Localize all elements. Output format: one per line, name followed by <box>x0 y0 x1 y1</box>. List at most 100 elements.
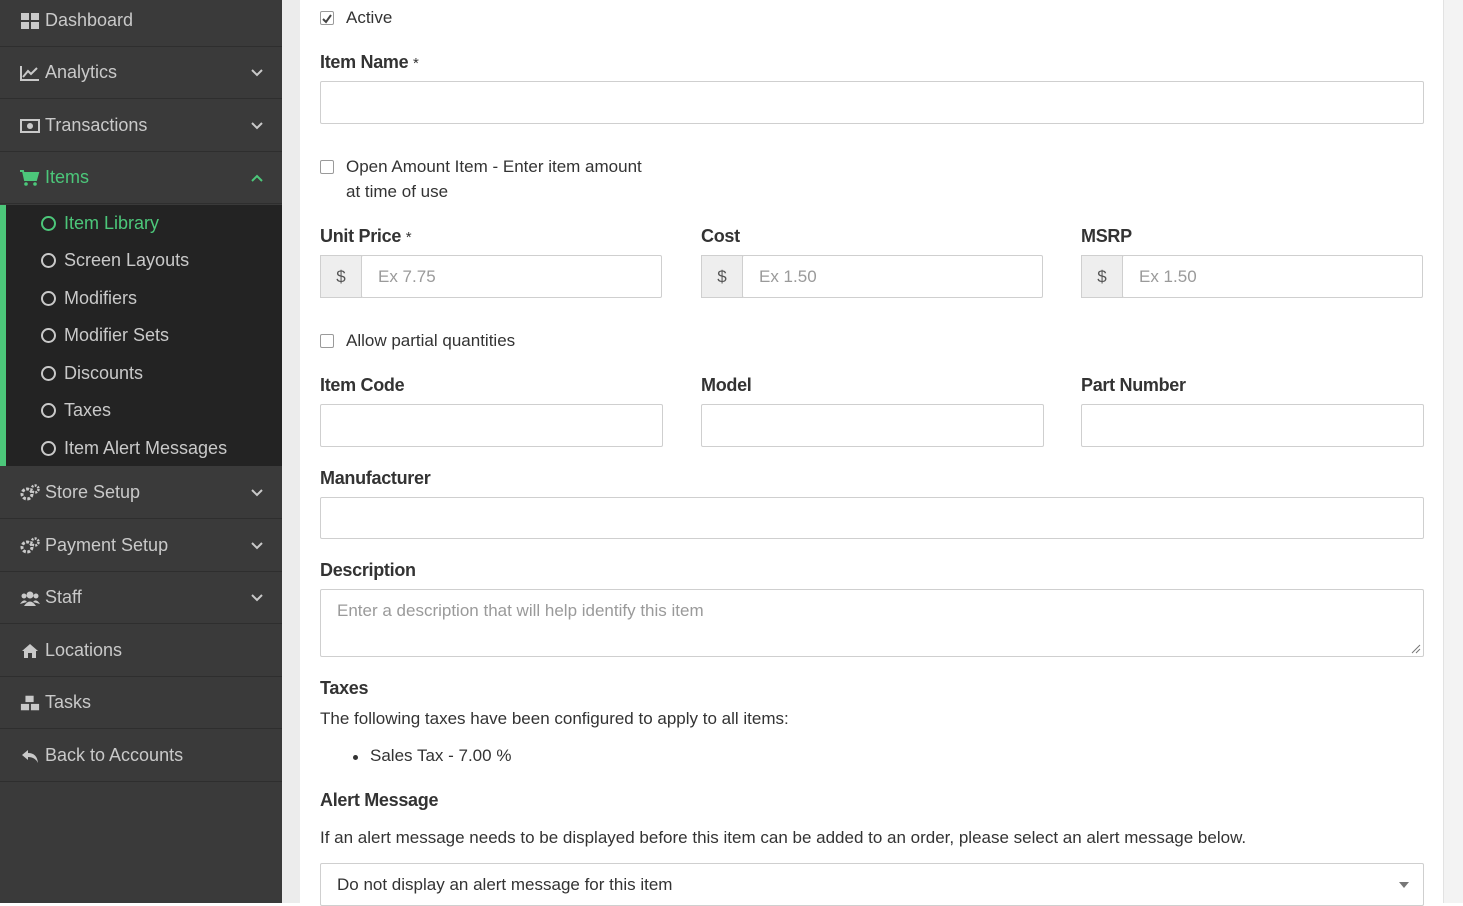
description-placeholder: Enter a description that will help ident… <box>337 601 704 620</box>
nav-store-setup[interactable]: Store Setup <box>0 467 282 519</box>
cubes-icon <box>20 693 40 713</box>
nav-label: Tasks <box>45 692 92 712</box>
model-input[interactable] <box>701 404 1044 447</box>
chevron-down-icon <box>251 489 263 497</box>
nav-label: Payment Setup <box>45 535 169 555</box>
caret-down-icon <box>1399 882 1409 888</box>
nav-label: Staff <box>45 587 82 607</box>
alert-message-select[interactable]: Do not display an alert message for this… <box>320 863 1424 906</box>
submenu-discounts[interactable]: Discounts <box>41 358 143 388</box>
part-number-label: Part Number <box>1081 375 1186 395</box>
chevron-down-icon <box>251 542 263 550</box>
submenu-label: Item Library <box>64 212 160 233</box>
resize-handle-icon[interactable] <box>1411 644 1421 654</box>
open-amount-label-line1: Open Amount Item - Enter item amount <box>346 157 642 176</box>
submenu-label: Discounts <box>64 362 144 383</box>
model-label: Model <box>701 375 752 395</box>
alert-message-heading: Alert Message <box>320 790 439 810</box>
nav-label: Back to Accounts <box>45 745 184 765</box>
item-name-input[interactable] <box>320 81 1424 124</box>
partial-quantities-checkbox[interactable] <box>320 334 334 348</box>
circle-icon <box>41 440 56 456</box>
submenu-label: Taxes <box>64 399 112 420</box>
item-name-label: Item Name * <box>320 52 419 73</box>
nav-locations[interactable]: Locations <box>0 625 282 677</box>
taxes-heading: Taxes <box>320 678 369 698</box>
cost-input[interactable]: Ex 1.50 <box>742 255 1043 298</box>
circle-icon <box>41 365 56 381</box>
nav-items[interactable]: Items <box>0 152 282 204</box>
reply-icon <box>20 746 40 766</box>
nav-transactions[interactable]: Transactions <box>0 100 282 152</box>
part-number-input[interactable] <box>1081 404 1424 447</box>
bullet <box>353 755 358 760</box>
partial-quantities-label: Allow partial quantities <box>346 331 516 350</box>
cart-icon <box>20 168 40 188</box>
nav-dashboard[interactable]: Dashboard <box>0 0 282 47</box>
msrp-placeholder: Ex 1.50 <box>1139 267 1197 286</box>
msrp-input[interactable]: Ex 1.50 <box>1122 255 1423 298</box>
check-icon <box>322 14 332 24</box>
users-icon <box>20 588 40 608</box>
nav-label: Locations <box>45 640 123 660</box>
unit-price-input[interactable]: Ex 7.75 <box>361 255 662 298</box>
chevron-down-icon <box>251 594 263 602</box>
nav-back-to-accounts[interactable]: Back to Accounts <box>0 730 282 782</box>
alert-message-description: If an alert message needs to be displaye… <box>320 828 1247 847</box>
circle-icon <box>41 252 56 268</box>
cost-placeholder: Ex 1.50 <box>759 267 817 286</box>
description-textarea[interactable]: Enter a description that will help ident… <box>320 589 1424 657</box>
nav-label: Store Setup <box>45 482 141 502</box>
sidebar: Dashboard Analytics Transactions Items I… <box>0 0 282 903</box>
circle-icon <box>41 290 56 306</box>
label-text: Unit Price <box>320 226 402 246</box>
open-amount-checkbox[interactable] <box>320 160 334 174</box>
submenu-item-alert-messages[interactable]: Item Alert Messages <box>41 433 227 463</box>
active-label: Active <box>346 8 393 27</box>
content-gutter <box>282 0 300 903</box>
home-icon <box>20 641 40 661</box>
right-gutter <box>1443 0 1463 903</box>
submenu-label: Item Alert Messages <box>64 437 228 458</box>
required-mark: * <box>405 229 412 246</box>
item-form: Active Item Name * Open Amount Item - En… <box>300 0 1443 906</box>
chevron-down-icon <box>251 69 263 77</box>
nav-label: Dashboard <box>45 10 134 30</box>
submenu-modifier-sets[interactable]: Modifier Sets <box>41 320 169 350</box>
msrp-label: MSRP <box>1081 226 1132 246</box>
required-mark: * <box>413 55 419 72</box>
submenu-label: Screen Layouts <box>64 249 190 270</box>
submenu-screen-layouts[interactable]: Screen Layouts <box>41 245 189 275</box>
submenu-label: Modifier Sets <box>64 324 170 345</box>
submenu-taxes[interactable]: Taxes <box>41 395 111 425</box>
nav-tasks[interactable]: Tasks <box>0 677 282 729</box>
cost-label: Cost <box>701 226 740 246</box>
item-code-input[interactable] <box>320 404 663 447</box>
taxes-description: The following taxes have been configured… <box>320 709 789 728</box>
gears-icon <box>20 483 40 503</box>
unit-price-label: Unit Price * <box>320 226 412 247</box>
unit-price-currency-addon: $ <box>320 255 362 298</box>
label-text: Item Name <box>320 52 409 72</box>
nav-label: Analytics <box>45 62 118 82</box>
circle-icon <box>41 402 56 418</box>
submenu-modifiers[interactable]: Modifiers <box>41 283 137 313</box>
nav-label: Items <box>45 167 90 187</box>
chevron-down-icon <box>251 122 263 130</box>
active-checkbox[interactable] <box>320 11 334 25</box>
manufacturer-label: Manufacturer <box>320 468 431 488</box>
submenu-item-library[interactable]: Item Library <box>41 208 159 238</box>
taxes-list-item: Sales Tax - 7.00 % <box>370 746 512 765</box>
description-label: Description <box>320 560 416 580</box>
cost-currency-addon: $ <box>701 255 743 298</box>
nav-analytics[interactable]: Analytics <box>0 47 282 99</box>
chevron-up-icon <box>251 174 263 182</box>
manufacturer-input[interactable] <box>320 497 1424 539</box>
submenu-label: Modifiers <box>64 287 138 308</box>
circle-icon <box>41 327 56 343</box>
nav-payment-setup[interactable]: Payment Setup <box>0 520 282 572</box>
msrp-currency-addon: $ <box>1081 255 1123 298</box>
items-submenu: Item Library Screen Layouts Modifiers Mo… <box>0 205 282 466</box>
nav-staff[interactable]: Staff <box>0 572 282 624</box>
dashboard-icon <box>20 11 40 31</box>
